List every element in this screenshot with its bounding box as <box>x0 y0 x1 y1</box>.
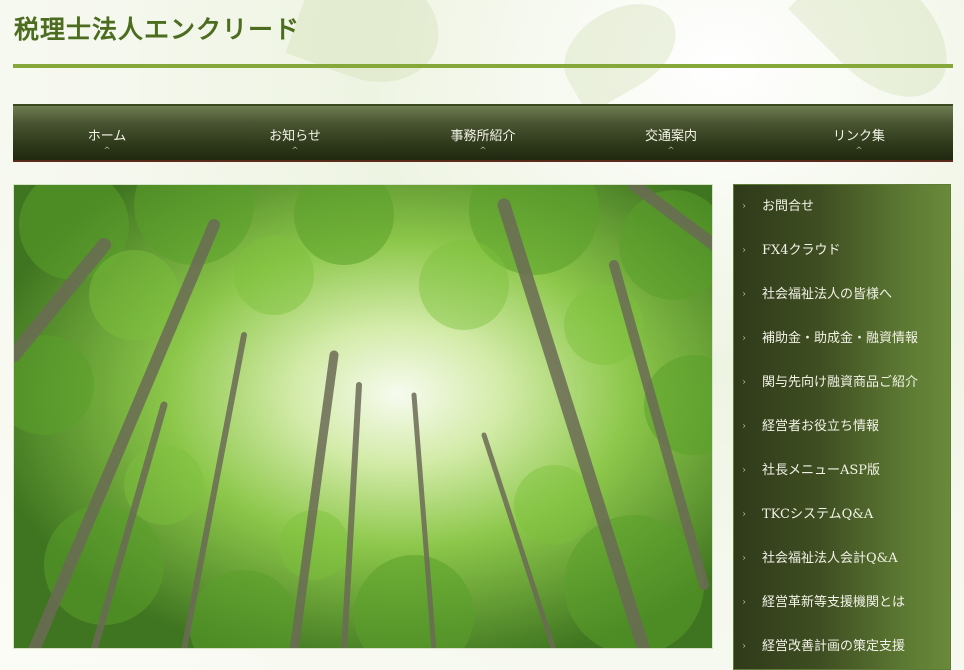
hero-forest-image <box>13 184 713 649</box>
chevron-right-icon: › <box>742 289 746 300</box>
sidebar-item-label: 社会福祉法人会計Q&A <box>762 551 898 566</box>
sidebar-item-tkc-qa[interactable]: › TKCシステムQ&A <box>734 493 950 537</box>
caret-up-icon: ^ <box>667 146 675 155</box>
chevron-right-icon: › <box>742 509 746 520</box>
forest-illustration <box>14 185 712 648</box>
sidebar-item-subsidies[interactable]: › 補助金・助成金・融資情報 <box>734 317 950 361</box>
nav-item-home[interactable]: ホーム ^ <box>13 106 201 160</box>
sidebar-item-label: 社会福祉法人の皆様へ <box>762 287 893 302</box>
sidebar-item-label: 社長メニューASP版 <box>762 463 881 478</box>
sidebar-item-contact[interactable]: › お問合せ <box>734 185 950 229</box>
title-divider <box>13 64 953 68</box>
sidebar-item-label: 経営革新等支援機関とは <box>762 595 906 610</box>
sidebar-item-label: 経営改善計画の策定支援 <box>762 639 906 654</box>
nav-item-label: 交通案内 <box>644 129 697 144</box>
nav-item-news[interactable]: お知らせ ^ <box>201 106 389 160</box>
caret-up-icon: ^ <box>103 146 111 155</box>
chevron-right-icon: › <box>742 245 746 256</box>
nav-item-label: ホーム <box>87 129 127 144</box>
sidebar-item-label: TKCシステムQ&A <box>762 507 874 522</box>
sidebar-item-support-agency[interactable]: › 経営革新等支援機関とは <box>734 581 950 625</box>
sidebar-item-welfare-accounting-qa[interactable]: › 社会福祉法人会計Q&A <box>734 537 950 581</box>
sidebar-item-social-welfare[interactable]: › 社会福祉法人の皆様へ <box>734 273 950 317</box>
chevron-right-icon: › <box>742 553 746 564</box>
chevron-right-icon: › <box>742 333 746 344</box>
background-leaf <box>285 0 455 101</box>
sidebar-item-loan-products[interactable]: › 関与先向け融資商品ご紹介 <box>734 361 950 405</box>
sidebar-item-president-menu[interactable]: › 社長メニューASP版 <box>734 449 950 493</box>
sidebar-item-label: FX4クラウド <box>762 243 841 258</box>
sidebar-item-label: お問合せ <box>762 199 815 214</box>
background-leaf <box>548 0 692 115</box>
chevron-right-icon: › <box>742 465 746 476</box>
chevron-right-icon: › <box>742 641 746 652</box>
nav-item-office[interactable]: 事務所紹介 ^ <box>389 106 577 160</box>
nav-item-links[interactable]: リンク集 ^ <box>765 106 953 160</box>
caret-up-icon: ^ <box>855 146 863 155</box>
sidebar-item-improvement-plan[interactable]: › 経営改善計画の策定支援 <box>734 625 950 669</box>
main-nav: ホーム ^ お知らせ ^ 事務所紹介 ^ 交通案内 ^ リンク集 ^ <box>13 104 953 162</box>
sidebar-menu: › お問合せ › FX4クラウド › 社会福祉法人の皆様へ › 補助金・助成金・融資情報… <box>733 184 951 670</box>
sidebar-item-label: 補助金・助成金・融資情報 <box>762 331 919 346</box>
nav-item-label: 事務所紹介 <box>450 129 516 144</box>
chevron-right-icon: › <box>742 201 746 212</box>
site-title[interactable]: 税理士法人エンクリード <box>14 10 300 46</box>
chevron-right-icon: › <box>742 377 746 388</box>
sidebar-item-label: 経営者お役立ち情報 <box>762 419 880 434</box>
nav-item-access[interactable]: 交通案内 ^ <box>577 106 765 160</box>
nav-item-label: リンク集 <box>832 129 885 144</box>
sidebar-item-label: 関与先向け融資商品ご紹介 <box>762 375 919 390</box>
caret-up-icon: ^ <box>291 146 299 155</box>
sidebar-item-management-info[interactable]: › 経営者お役立ち情報 <box>734 405 950 449</box>
sidebar-item-fx4-cloud[interactable]: › FX4クラウド <box>734 229 950 273</box>
chevron-right-icon: › <box>742 597 746 608</box>
chevron-right-icon: › <box>742 421 746 432</box>
caret-up-icon: ^ <box>479 146 487 155</box>
nav-item-label: お知らせ <box>269 129 321 144</box>
